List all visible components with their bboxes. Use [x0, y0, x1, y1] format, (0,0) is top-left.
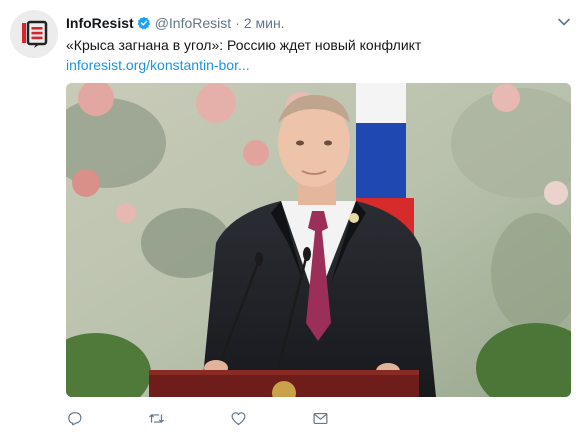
tweet-header: InfoResist @InfoResist · 2 мин. — [66, 12, 571, 34]
reply-icon — [68, 411, 82, 425]
heart-icon — [231, 411, 246, 425]
retweet-button[interactable] — [148, 407, 230, 429]
retweet-icon — [149, 413, 164, 423]
tweet-media-image[interactable] — [66, 83, 571, 397]
author-handle[interactable]: @InfoResist — [155, 15, 231, 31]
verified-badge-icon — [137, 16, 150, 30]
tweet-text: «Крыса загнана в угол»: Россию ждет новы… — [66, 37, 422, 53]
tweet-timestamp[interactable]: 2 мин. — [244, 15, 285, 31]
photo-illustration — [66, 83, 571, 397]
direct-message-button[interactable] — [312, 407, 394, 429]
avatar[interactable] — [10, 10, 58, 58]
separator-dot: · — [235, 15, 240, 31]
tweet-link[interactable]: inforesist.org/konstantin-bor... — [66, 55, 250, 75]
tweet-actions — [66, 407, 394, 429]
author-name[interactable]: InfoResist — [66, 15, 134, 31]
like-button[interactable] — [230, 407, 312, 429]
inforesist-logo-icon — [10, 10, 58, 58]
reply-button[interactable] — [66, 407, 148, 429]
envelope-icon — [313, 412, 328, 424]
chevron-down-icon[interactable] — [557, 15, 571, 29]
